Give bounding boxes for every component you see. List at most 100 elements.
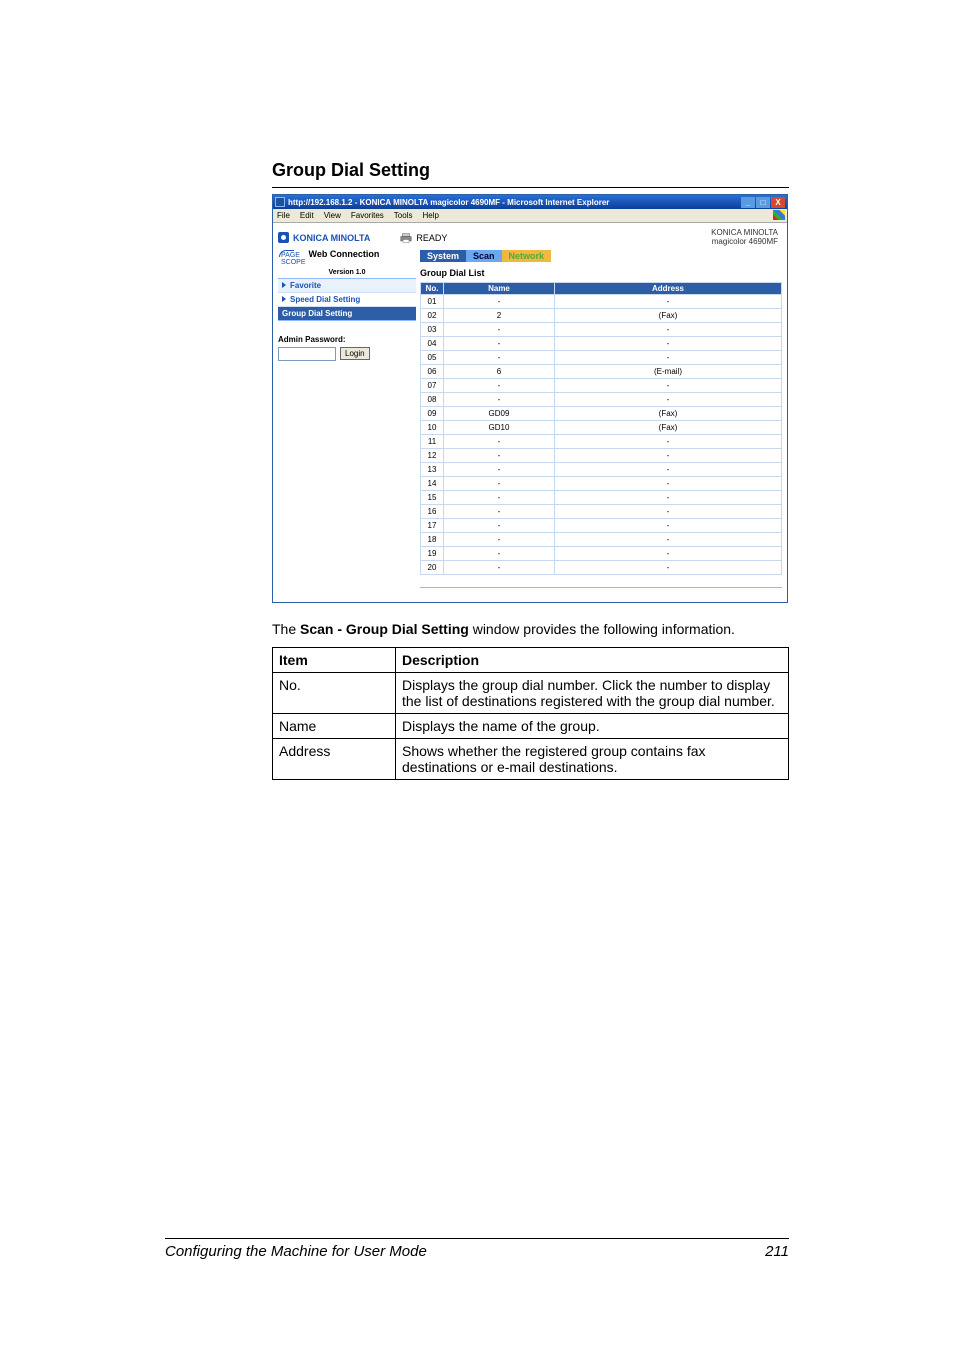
cell-address: -: [555, 294, 782, 308]
side-nav: Favorite Speed Dial Setting Group Dial S…: [278, 278, 416, 321]
desc-text: Displays the name of the group.: [396, 713, 789, 738]
description-table: Item Description No. Displays the group …: [272, 647, 789, 780]
cell-name: -: [444, 532, 555, 546]
tab-network[interactable]: Network: [502, 250, 552, 262]
cell-address: -: [555, 532, 782, 546]
table-row: 13--: [421, 462, 782, 476]
nav-group-dial[interactable]: Group Dial Setting: [278, 307, 416, 320]
desc-th-description: Description: [396, 647, 789, 672]
desc-text: Shows whether the registered group conta…: [396, 738, 789, 779]
table-row: 20--: [421, 560, 782, 574]
nav-favorite[interactable]: Favorite: [278, 279, 416, 293]
cell-no[interactable]: 19: [421, 546, 444, 560]
nav-arrow-icon: [282, 282, 286, 288]
cell-name: -: [444, 462, 555, 476]
version-text: Version 1.0: [278, 269, 416, 278]
desc-row: No. Displays the group dial number. Clic…: [273, 672, 789, 713]
table-row: 01--: [421, 294, 782, 308]
cell-name: GD09: [444, 406, 555, 420]
cell-no[interactable]: 10: [421, 420, 444, 434]
menu-view[interactable]: View: [324, 211, 341, 220]
cell-no[interactable]: 04: [421, 336, 444, 350]
menu-favorites[interactable]: Favorites: [351, 211, 384, 220]
cell-address: -: [555, 462, 782, 476]
cell-no[interactable]: 16: [421, 504, 444, 518]
cell-no[interactable]: 07: [421, 378, 444, 392]
ie-menubar: File Edit View Favorites Tools Help: [273, 209, 787, 223]
cell-no[interactable]: 06: [421, 364, 444, 378]
menu-edit[interactable]: Edit: [300, 211, 314, 220]
cell-no[interactable]: 14: [421, 476, 444, 490]
cell-name: -: [444, 350, 555, 364]
cell-name: -: [444, 560, 555, 574]
table-row: 066(E-mail): [421, 364, 782, 378]
tab-scan[interactable]: Scan: [466, 250, 502, 262]
cell-no[interactable]: 12: [421, 448, 444, 462]
cell-address: (Fax): [555, 420, 782, 434]
nav-speed-label: Speed Dial Setting: [290, 295, 360, 304]
menu-help[interactable]: Help: [422, 211, 438, 220]
cell-name: -: [444, 448, 555, 462]
cell-address: (Fax): [555, 406, 782, 420]
cell-no[interactable]: 08: [421, 392, 444, 406]
cell-no[interactable]: 20: [421, 560, 444, 574]
ie-window: http://192.168.1.2 - KONICA MINOLTA magi…: [272, 194, 788, 603]
cell-address: -: [555, 434, 782, 448]
right-brand: KONICA MINOLTA magicolor 4690MF: [711, 229, 782, 247]
maximize-button[interactable]: □: [756, 197, 770, 208]
cell-address: -: [555, 504, 782, 518]
cell-no[interactable]: 17: [421, 518, 444, 532]
cell-no[interactable]: 18: [421, 532, 444, 546]
km-brand: KONICA MINOLTA: [293, 233, 370, 243]
cell-address: (E-mail): [555, 364, 782, 378]
km-logo-icon: [278, 232, 289, 243]
cell-name: -: [444, 476, 555, 490]
table-row: 04--: [421, 336, 782, 350]
cell-no[interactable]: 03: [421, 322, 444, 336]
end-rule: [420, 587, 782, 588]
cell-address: -: [555, 350, 782, 364]
table-row: 05--: [421, 350, 782, 364]
th-no: No.: [421, 282, 444, 294]
windows-logo-icon: [773, 210, 785, 220]
login-button[interactable]: Login: [340, 347, 370, 360]
footer-left: Configuring the Machine for User Mode: [165, 1243, 427, 1260]
table-row: 08--: [421, 392, 782, 406]
nav-speed-dial[interactable]: Speed Dial Setting: [278, 293, 416, 307]
cell-no[interactable]: 15: [421, 490, 444, 504]
desc-th-item: Item: [273, 647, 396, 672]
close-button[interactable]: X: [771, 197, 785, 208]
cell-no[interactable]: 05: [421, 350, 444, 364]
table-row: 12--: [421, 448, 782, 462]
cell-name: -: [444, 490, 555, 504]
cell-name: -: [444, 378, 555, 392]
nav-group-label: Group Dial Setting: [282, 309, 352, 318]
table-row: 03--: [421, 322, 782, 336]
pagescope-logo-icon: PAGE SCOPE: [281, 252, 306, 266]
menu-file[interactable]: File: [277, 211, 290, 220]
desc-item: No.: [273, 672, 396, 713]
cell-name: 6: [444, 364, 555, 378]
status-text: READY: [416, 233, 447, 243]
table-row: 15--: [421, 490, 782, 504]
cell-name: -: [444, 504, 555, 518]
cell-no[interactable]: 13: [421, 462, 444, 476]
cell-address: -: [555, 392, 782, 406]
minimize-button[interactable]: _: [741, 197, 755, 208]
pagescope-label: Web Connection: [309, 249, 380, 259]
tab-system[interactable]: System: [420, 250, 466, 262]
ie-title-text: http://192.168.1.2 - KONICA MINOLTA magi…: [288, 198, 741, 207]
cell-no[interactable]: 02: [421, 308, 444, 322]
menu-tools[interactable]: Tools: [394, 211, 413, 220]
heading-rule: [272, 187, 789, 188]
cell-address: -: [555, 560, 782, 574]
cell-no[interactable]: 09: [421, 406, 444, 420]
intro-strong: Scan - Group Dial Setting: [300, 621, 469, 637]
cell-no[interactable]: 11: [421, 434, 444, 448]
admin-password-input[interactable]: [278, 347, 336, 361]
cell-no[interactable]: 01: [421, 294, 444, 308]
footer-rule: [165, 1238, 789, 1239]
cell-address: -: [555, 546, 782, 560]
desc-text: Displays the group dial number. Click th…: [396, 672, 789, 713]
cell-name: -: [444, 546, 555, 560]
